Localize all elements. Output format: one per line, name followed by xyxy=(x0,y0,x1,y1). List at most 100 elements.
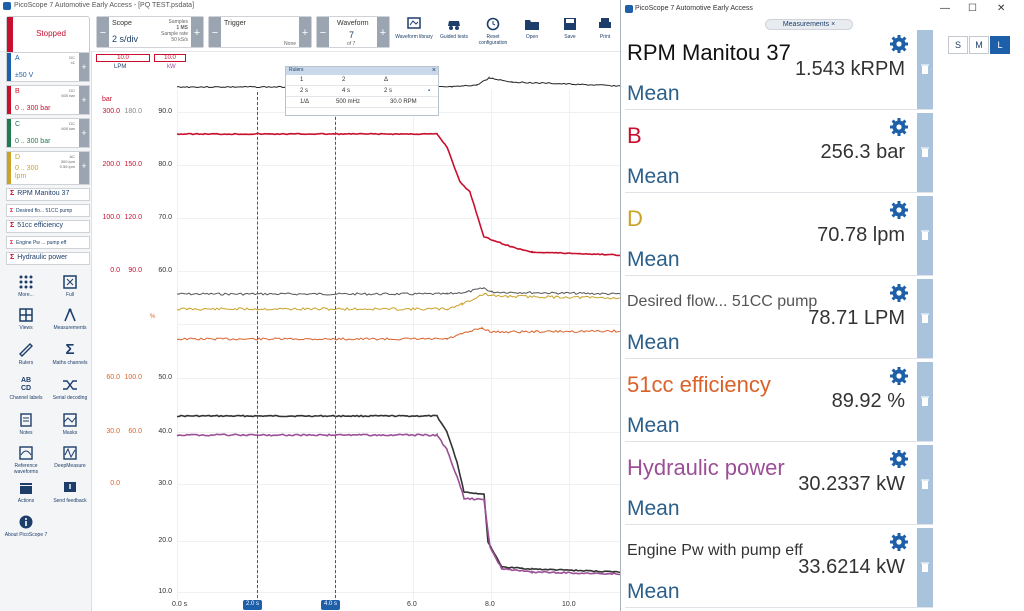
measurements-tab[interactable]: Measurements × xyxy=(765,19,853,30)
gear-icon[interactable] xyxy=(889,117,909,137)
maximize-icon[interactable]: ☐ xyxy=(968,3,977,14)
trash-icon[interactable] xyxy=(921,313,929,323)
waveform-prev-button[interactable]: − xyxy=(317,17,329,47)
measurement-name: 51cc efficiency xyxy=(627,372,771,397)
reset-configuration-button[interactable]: Reset configuration xyxy=(473,16,513,50)
print-button[interactable]: Print xyxy=(590,16,620,50)
gear-icon[interactable] xyxy=(889,283,909,303)
scope-increase-button[interactable]: + xyxy=(191,17,203,47)
maths-channels-button[interactable]: Σ Maths channels xyxy=(48,342,92,367)
math-channel-engine-pw[interactable]: Σ Engine Pw ... pump eff xyxy=(6,236,90,249)
measurement-card[interactable]: Desired flow... 51CC pump 78.71 LPM Mean xyxy=(625,279,933,359)
measurement-name: D xyxy=(627,206,643,231)
fullscreen-icon xyxy=(63,275,77,289)
trash-icon[interactable] xyxy=(921,147,929,157)
waveform-control[interactable]: − Waveform 7 of 7 + xyxy=(316,16,390,48)
lock-icon[interactable]: ▪ xyxy=(428,88,430,94)
rulers-button[interactable]: Rulers xyxy=(4,342,48,366)
measurement-side-bar[interactable] xyxy=(917,528,933,607)
math-channel-hydraulic-power[interactable]: Σ Hydraulic power xyxy=(6,252,90,265)
ruler-time-delta: 2 s xyxy=(384,88,393,94)
measurement-card[interactable]: Hydraulic power 30.2337 kW Mean xyxy=(625,445,933,525)
channel-b-plus[interactable]: + xyxy=(79,86,89,114)
ruler-marker-1[interactable]: 2.0 s xyxy=(243,600,263,610)
trash-icon[interactable] xyxy=(921,479,929,489)
measurement-side-bar[interactable] xyxy=(917,279,933,358)
measurement-card[interactable]: Engine Pw with pump eff 33.6214 kW Mean xyxy=(625,528,933,608)
measurement-side-bar[interactable] xyxy=(917,445,933,524)
math-channel-desired-flow[interactable]: Σ Desired flo... 51CC pump xyxy=(6,204,90,217)
scope-decrease-button[interactable]: − xyxy=(97,17,109,47)
measurement-card[interactable]: B 256.3 bar Mean xyxy=(625,113,933,193)
gear-icon[interactable] xyxy=(889,200,909,220)
reference-waveforms-button[interactable]: Reference waveforms xyxy=(4,445,48,475)
size-medium-button[interactable]: M xyxy=(969,36,989,54)
channel-c[interactable]: C DC 600 bar 0 .. 300 bar + xyxy=(6,118,90,148)
about-button[interactable]: About PicoScope 7 xyxy=(4,514,48,538)
send-feedback-button[interactable]: Send feedback xyxy=(48,480,92,504)
channel-labels-button[interactable]: AB CD Channel labels xyxy=(4,377,48,401)
measurement-name: Engine Pw with pump eff xyxy=(627,542,803,559)
views-button[interactable]: Views xyxy=(4,307,48,331)
ruler-marker-2[interactable]: 4.0 s xyxy=(321,600,341,610)
channel-d-plus[interactable]: + xyxy=(79,152,89,184)
tab-close-icon[interactable]: × xyxy=(831,21,835,28)
hydraulic-power-trace xyxy=(176,432,620,576)
trigger-increase-button[interactable]: + xyxy=(299,17,311,47)
ruler-line-2[interactable] xyxy=(335,92,336,598)
save-label: Save xyxy=(564,34,576,40)
guided-tests-label: Guided tests xyxy=(439,34,469,40)
rulers-col-2: 2 xyxy=(342,77,346,83)
waveform-next-button[interactable]: + xyxy=(377,17,389,47)
trash-icon[interactable] xyxy=(921,562,929,572)
measurements-button[interactable]: Measurements xyxy=(48,307,92,331)
rulers-panel[interactable]: Rulers × 1 2 Δ 2 s 4 s 2 s ▪ 1/Δ 500 mHz 30.0 RP… xyxy=(285,66,439,116)
measurement-card[interactable]: 51cc efficiency 89.92 % Mean xyxy=(625,362,933,442)
gear-icon[interactable] xyxy=(889,532,909,552)
save-button[interactable]: Save xyxy=(550,16,590,50)
open-button[interactable]: Open xyxy=(512,16,552,50)
channel-c-plus[interactable]: + xyxy=(79,119,89,147)
gear-icon[interactable] xyxy=(889,449,909,469)
rulers-close-icon[interactable]: × xyxy=(432,67,436,75)
trash-icon[interactable] xyxy=(921,396,929,406)
trash-icon[interactable] xyxy=(921,64,929,74)
trigger-control[interactable]: − Trigger None + xyxy=(208,16,312,48)
math-channel-rpm[interactable]: Σ RPM Manitou 37 xyxy=(6,188,90,201)
channel-d[interactable]: D AC 300 lpm 0.55 lpm 0 .. 300 lpm + xyxy=(6,151,90,185)
minimize-icon[interactable]: — xyxy=(940,3,950,14)
math-channel-efficiency[interactable]: Σ 51cc efficiency xyxy=(6,220,90,233)
trigger-decrease-button[interactable]: − xyxy=(209,17,221,47)
measurement-side-bar[interactable] xyxy=(917,362,933,441)
measurement-card[interactable]: D 70.78 lpm Mean xyxy=(625,196,933,276)
more-button[interactable]: More... xyxy=(4,274,48,298)
notes-button[interactable]: Notes xyxy=(4,412,48,436)
gear-icon[interactable] xyxy=(889,34,909,54)
size-large-button[interactable]: L xyxy=(990,36,1010,54)
deepmeasure-button[interactable]: DeepMeasure xyxy=(48,445,92,469)
scope-view[interactable]: 10.0 10.0 LPM kW bar % 300.0 200.0 100.0 0.… xyxy=(92,52,620,611)
more-label: More... xyxy=(18,292,34,298)
gear-icon[interactable] xyxy=(889,366,909,386)
channel-a[interactable]: A DC x1 ±50 V + xyxy=(6,52,90,82)
serial-decoding-label: Serial decoding xyxy=(52,395,88,401)
trash-icon[interactable] xyxy=(921,230,929,240)
channel-b[interactable]: B DC 600 bar 0 .. 300 bar + xyxy=(6,85,90,115)
guided-tests-button[interactable]: Guided tests xyxy=(434,16,474,50)
full-button[interactable]: Full xyxy=(48,274,92,298)
ruler-line-1[interactable] xyxy=(257,92,258,598)
close-icon[interactable]: ✕ xyxy=(997,3,1005,14)
serial-decoding-button[interactable]: Serial decoding xyxy=(48,377,92,401)
actions-button[interactable]: Actions xyxy=(4,480,48,504)
measurement-side-bar[interactable] xyxy=(917,113,933,192)
masks-button[interactable]: Masks xyxy=(48,412,92,436)
flow-d-trace xyxy=(176,292,620,312)
measurement-card[interactable]: RPM Manitou 37 1.543 kRPM Mean xyxy=(625,30,933,110)
measurement-side-bar[interactable] xyxy=(917,30,933,109)
app-icon xyxy=(625,5,633,13)
size-small-button[interactable]: S xyxy=(948,36,968,54)
measurement-side-bar[interactable] xyxy=(917,196,933,275)
waveform-library-button[interactable]: Waveform library xyxy=(394,16,434,50)
channel-a-plus[interactable]: + xyxy=(79,53,89,81)
scope-control[interactable]: − Scope 2 s/div Samples 1 MS Sample rate… xyxy=(96,16,204,48)
